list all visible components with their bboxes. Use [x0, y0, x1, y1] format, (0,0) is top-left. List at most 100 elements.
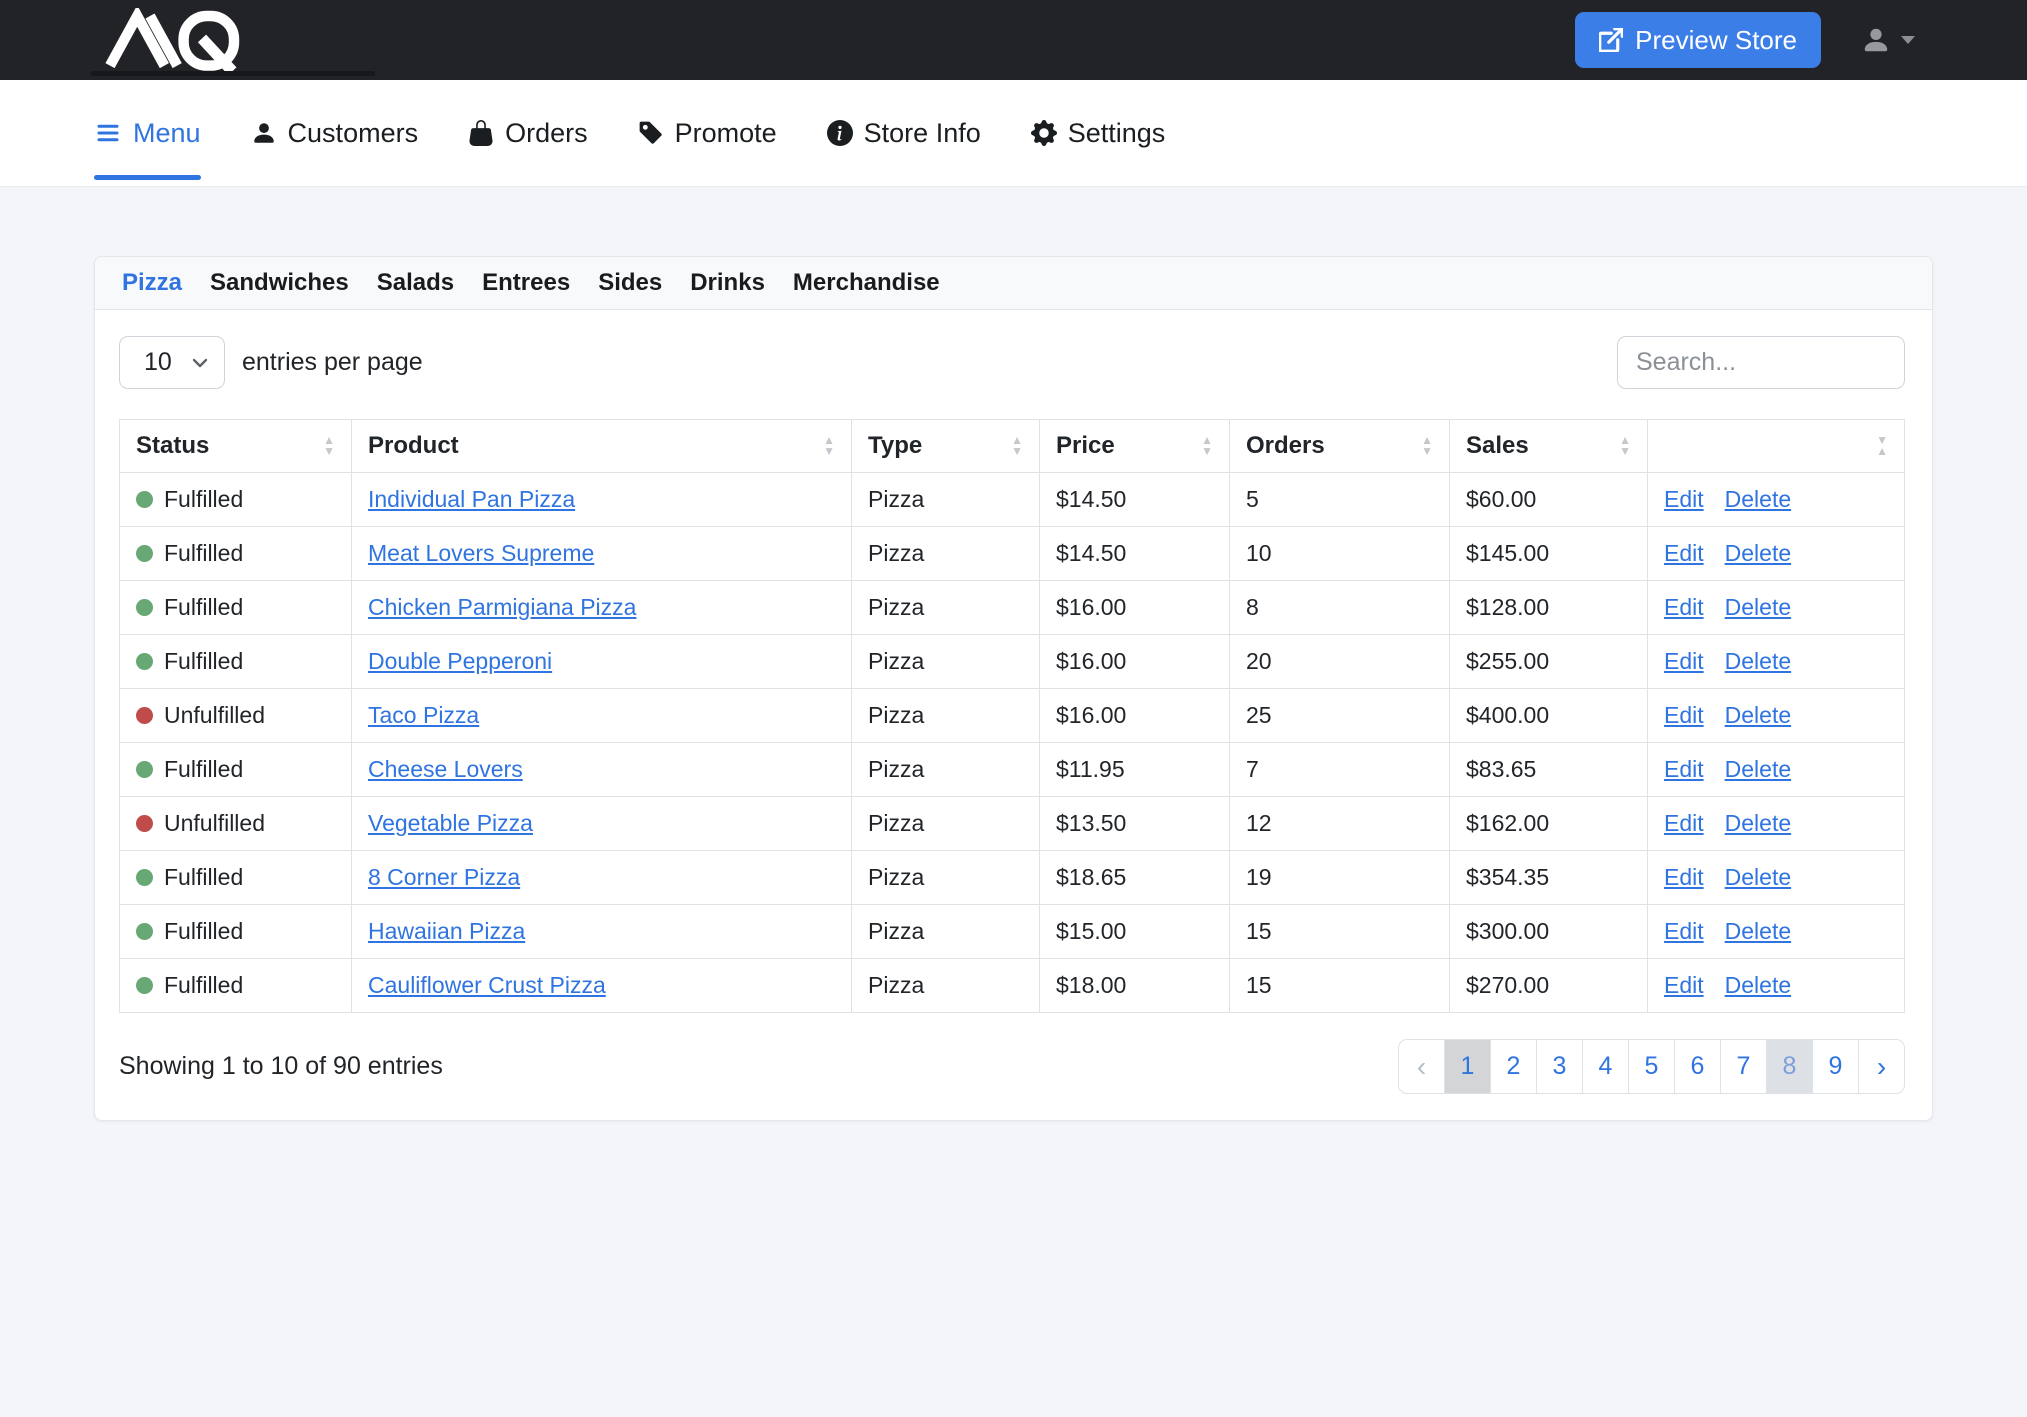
edit-link[interactable]: Edit	[1664, 864, 1704, 890]
sort-icon: ▲▼	[1421, 435, 1433, 457]
sales-cell: $128.00	[1450, 581, 1648, 635]
sales-cell: $83.65	[1450, 743, 1648, 797]
product-link[interactable]: Taco Pizza	[368, 702, 479, 728]
table-header-row: Status▲▼ Product▲▼ Type▲▼ Price▲▼ Orders…	[120, 420, 1905, 473]
product-link[interactable]: Cauliflower Crust Pizza	[368, 972, 606, 998]
nav-item-customers[interactable]: Customers	[251, 80, 419, 187]
status-label: Fulfilled	[164, 918, 243, 945]
type-cell: Pizza	[852, 635, 1040, 689]
tab-entrees[interactable]: Entrees	[482, 269, 570, 297]
nav-label: Store Info	[864, 118, 981, 149]
delete-link[interactable]: Delete	[1725, 756, 1791, 782]
sales-cell: $162.00	[1450, 797, 1648, 851]
edit-link[interactable]: Edit	[1664, 594, 1704, 620]
column-header-price[interactable]: Price▲▼	[1040, 420, 1230, 473]
price-cell: $15.00	[1040, 905, 1230, 959]
status-dot	[136, 653, 153, 670]
caret-down-icon	[1901, 36, 1915, 44]
pagination-page-2[interactable]: 2	[1490, 1039, 1537, 1094]
status-dot	[136, 707, 153, 724]
delete-link[interactable]: Delete	[1725, 702, 1791, 728]
pagination-page-6[interactable]: 6	[1674, 1039, 1721, 1094]
pagination-page-5[interactable]: 5	[1628, 1039, 1675, 1094]
sort-icon: ▲▼	[1011, 435, 1023, 457]
column-header-type[interactable]: Type▲▼	[852, 420, 1040, 473]
delete-link[interactable]: Delete	[1725, 648, 1791, 674]
column-header-orders[interactable]: Orders▲▼	[1230, 420, 1450, 473]
edit-link[interactable]: Edit	[1664, 648, 1704, 674]
product-link[interactable]: Vegetable Pizza	[368, 810, 533, 836]
brand-logo[interactable]	[88, 0, 260, 80]
edit-link[interactable]: Edit	[1664, 756, 1704, 782]
sales-cell: $300.00	[1450, 905, 1648, 959]
tab-drinks[interactable]: Drinks	[690, 269, 765, 297]
orders-cell: 19	[1230, 851, 1450, 905]
price-cell: $14.50	[1040, 473, 1230, 527]
product-link[interactable]: Chicken Parmigiana Pizza	[368, 594, 636, 620]
delete-link[interactable]: Delete	[1725, 486, 1791, 512]
status-dot	[136, 761, 153, 778]
edit-link[interactable]: Edit	[1664, 918, 1704, 944]
delete-link[interactable]: Delete	[1725, 864, 1791, 890]
nav-label: Customers	[288, 118, 419, 149]
sales-cell: $354.35	[1450, 851, 1648, 905]
pagination-page-9[interactable]: 9	[1812, 1039, 1859, 1094]
person-icon	[251, 120, 277, 146]
showing-entries-text: Showing 1 to 10 of 90 entries	[119, 1052, 443, 1081]
active-nav-underline	[94, 175, 201, 180]
pagination-page-7[interactable]: 7	[1720, 1039, 1767, 1094]
delete-link[interactable]: Delete	[1725, 918, 1791, 944]
pagination-prev[interactable]: ‹	[1398, 1039, 1445, 1094]
pagination-page-4[interactable]: 4	[1582, 1039, 1629, 1094]
status-label: Fulfilled	[164, 648, 243, 675]
nav-item-menu[interactable]: Menu	[94, 80, 201, 187]
page-size-select[interactable]: 10	[119, 336, 225, 389]
pagination-page-1[interactable]: 1	[1444, 1039, 1491, 1094]
nav-item-orders[interactable]: Orders	[468, 80, 588, 187]
column-header-status[interactable]: Status▲▼	[120, 420, 352, 473]
tab-salads[interactable]: Salads	[377, 269, 454, 297]
tab-merchandise[interactable]: Merchandise	[793, 269, 940, 297]
edit-link[interactable]: Edit	[1664, 486, 1704, 512]
product-link[interactable]: Cheese Lovers	[368, 756, 523, 782]
tab-sandwiches[interactable]: Sandwiches	[210, 269, 349, 297]
page-size-value: 10	[144, 348, 172, 377]
price-cell: $18.65	[1040, 851, 1230, 905]
product-link[interactable]: Meat Lovers Supreme	[368, 540, 594, 566]
delete-link[interactable]: Delete	[1725, 540, 1791, 566]
status-dot	[136, 977, 153, 994]
edit-link[interactable]: Edit	[1664, 972, 1704, 998]
type-cell: Pizza	[852, 851, 1040, 905]
tab-sides[interactable]: Sides	[598, 269, 662, 297]
column-header-actions[interactable]: ▼▲	[1648, 420, 1905, 473]
product-link[interactable]: Individual Pan Pizza	[368, 486, 575, 512]
delete-link[interactable]: Delete	[1725, 810, 1791, 836]
status-dot	[136, 923, 153, 940]
page-content: Pizza Sandwiches Salads Entrees Sides Dr…	[0, 187, 2027, 1121]
orders-cell: 7	[1230, 743, 1450, 797]
table-row: Fulfilled Individual Pan Pizza Pizza $14…	[120, 473, 1905, 527]
table-row: Fulfilled Chicken Parmigiana Pizza Pizza…	[120, 581, 1905, 635]
user-menu[interactable]	[1861, 25, 1915, 55]
product-link[interactable]: Double Pepperoni	[368, 648, 552, 674]
product-link[interactable]: 8 Corner Pizza	[368, 864, 520, 890]
search-input[interactable]	[1617, 336, 1905, 389]
column-header-product[interactable]: Product▲▼	[352, 420, 852, 473]
sort-icon: ▼▲	[1876, 435, 1888, 457]
edit-link[interactable]: Edit	[1664, 702, 1704, 728]
preview-store-button[interactable]: Preview Store	[1575, 12, 1821, 68]
delete-link[interactable]: Delete	[1725, 972, 1791, 998]
edit-link[interactable]: Edit	[1664, 810, 1704, 836]
edit-link[interactable]: Edit	[1664, 540, 1704, 566]
nav-item-promote[interactable]: Promote	[638, 80, 777, 187]
delete-link[interactable]: Delete	[1725, 594, 1791, 620]
column-header-sales[interactable]: Sales▲▼	[1450, 420, 1648, 473]
nav-item-store-info[interactable]: Store Info	[827, 80, 981, 187]
status-label: Fulfilled	[164, 864, 243, 891]
tab-pizza[interactable]: Pizza	[122, 269, 182, 297]
pagination-page-8[interactable]: 8	[1766, 1039, 1813, 1094]
pagination-page-3[interactable]: 3	[1536, 1039, 1583, 1094]
nav-item-settings[interactable]: Settings	[1031, 80, 1166, 187]
product-link[interactable]: Hawaiian Pizza	[368, 918, 525, 944]
pagination-next[interactable]: ›	[1858, 1039, 1905, 1094]
